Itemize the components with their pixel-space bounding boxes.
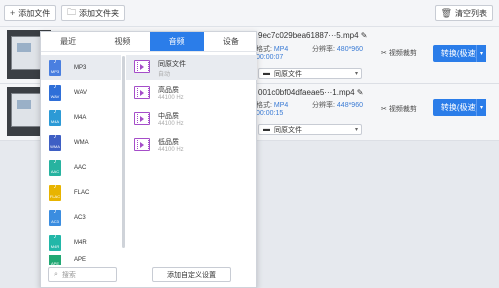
format-item-wma[interactable]: WMA WMA [41,130,121,155]
format-tabs: 最近 视频 音频 设备 [41,32,258,52]
video-film-icon [134,60,150,73]
add-folder-label: 添加文件夹 [79,8,120,18]
m4r-file-icon: M4R [49,234,61,251]
wav-file-icon: WAV [49,84,61,101]
add-folder-button[interactable]: 🗀 添加文件夹 [61,5,126,21]
duration-info: 00:00:15 [256,110,284,117]
quality-item-medium[interactable]: 中品质 44100 Hz [126,107,257,132]
toolbar: + 添加文件 🗀 添加文件夹 🗑 清空列表 [0,0,499,27]
scissors-icon: ✂ [381,106,387,113]
file-name: 9ec7c029bea61887···5.mp4 ✎ [258,31,368,40]
format-search-input[interactable]: ⌕ 搜索 [48,267,117,282]
video-clip-button[interactable]: ✂ 视频裁剪 [381,104,417,114]
chevron-down-icon: ▾ [354,127,358,133]
plus-icon: + [10,8,16,18]
format-item-flac[interactable]: FLAC FLAC [41,180,121,205]
convert-dropdown-button[interactable]: ▾ [476,45,486,62]
format-item-mp3[interactable]: MP3 MP3 [41,55,121,80]
clear-list-button[interactable]: 🗑 清空列表 [434,5,493,21]
quality-list: 同原文件 自动 高品质 44100 Hz 中品质 44100 Hz 低品质 44… [126,53,257,265]
tab-recent[interactable]: 最近 [41,32,95,51]
edit-pencil-icon[interactable]: ✎ [361,31,368,40]
video-film-icon [134,112,150,125]
video-camera-icon: ▬ [263,70,270,77]
clear-list-label: 清空列表 [455,8,487,18]
tab-device[interactable]: 设备 [204,32,258,51]
output-preset-select[interactable]: ▬ 同原文件 ▾ [258,68,362,79]
search-placeholder: 搜索 [61,271,76,279]
tab-video[interactable]: 视频 [95,32,149,51]
video-film-icon [134,138,150,151]
ac3-file-icon: AC3 [49,209,61,226]
format-list-scrollbar[interactable] [122,56,125,248]
mp3-file-icon: MP3 [49,59,61,76]
add-file-button[interactable]: + 添加文件 [4,5,57,21]
quality-item-high[interactable]: 高品质 44100 Hz [126,81,257,106]
video-film-icon [134,86,150,99]
aac-file-icon: AAC [49,159,61,176]
format-item-wav[interactable]: WAV WAV [41,80,121,105]
add-custom-setting-button[interactable]: 添加自定义设置 [152,267,231,282]
folder-icon: 🗀 [67,7,77,17]
format-list: MP3 MP3 WAV WAV M4A M4A WMA WMA AAC AAC … [41,53,121,265]
format-item-m4r[interactable]: M4R M4R [41,230,121,255]
output-preset-select[interactable]: ▬ 同原文件 ▾ [258,124,362,135]
duration-info: 00:00:07 [256,54,284,61]
format-info: 格式: MP4 [256,46,289,53]
video-camera-icon: ▬ [263,126,270,133]
add-file-label: 添加文件 [18,8,51,18]
format-item-ape[interactable]: APE APE [41,255,121,265]
resolution-info: 分辨率: 480*960 [312,46,363,53]
format-dropdown-panel: 最近 视频 音频 设备 MP3 MP3 WAV WAV M4A M4A WMA … [40,31,258,288]
chevron-down-icon: ▾ [354,71,358,77]
wma-file-icon: WMA [49,134,61,151]
file-name: 001c0bf04dfaeae5···1.mp4 ✎ [258,88,364,97]
flac-file-icon: FLAC [49,184,61,201]
format-item-aac[interactable]: AAC AAC [41,155,121,180]
tab-audio[interactable]: 音频 [149,32,204,51]
search-icon: ⌕ [54,270,58,278]
edit-pencil-icon[interactable]: ✎ [357,88,364,97]
resolution-info: 分辨率: 448*960 [312,102,363,109]
quality-item-low[interactable]: 低品质 44100 Hz [126,133,257,158]
trash-icon: 🗑 [440,7,452,18]
video-clip-button[interactable]: ✂ 视频裁剪 [381,48,417,58]
format-item-ac3[interactable]: AC3 AC3 [41,205,121,230]
quality-item-original[interactable]: 同原文件 自动 [126,55,257,80]
m4a-file-icon: M4A [49,109,61,126]
convert-dropdown-button[interactable]: ▾ [476,99,486,116]
ape-file-icon: APE [49,255,61,265]
format-item-m4a[interactable]: M4A M4A [41,105,121,130]
format-info: 格式: MP4 [256,102,289,109]
scissors-icon: ✂ [381,50,387,57]
